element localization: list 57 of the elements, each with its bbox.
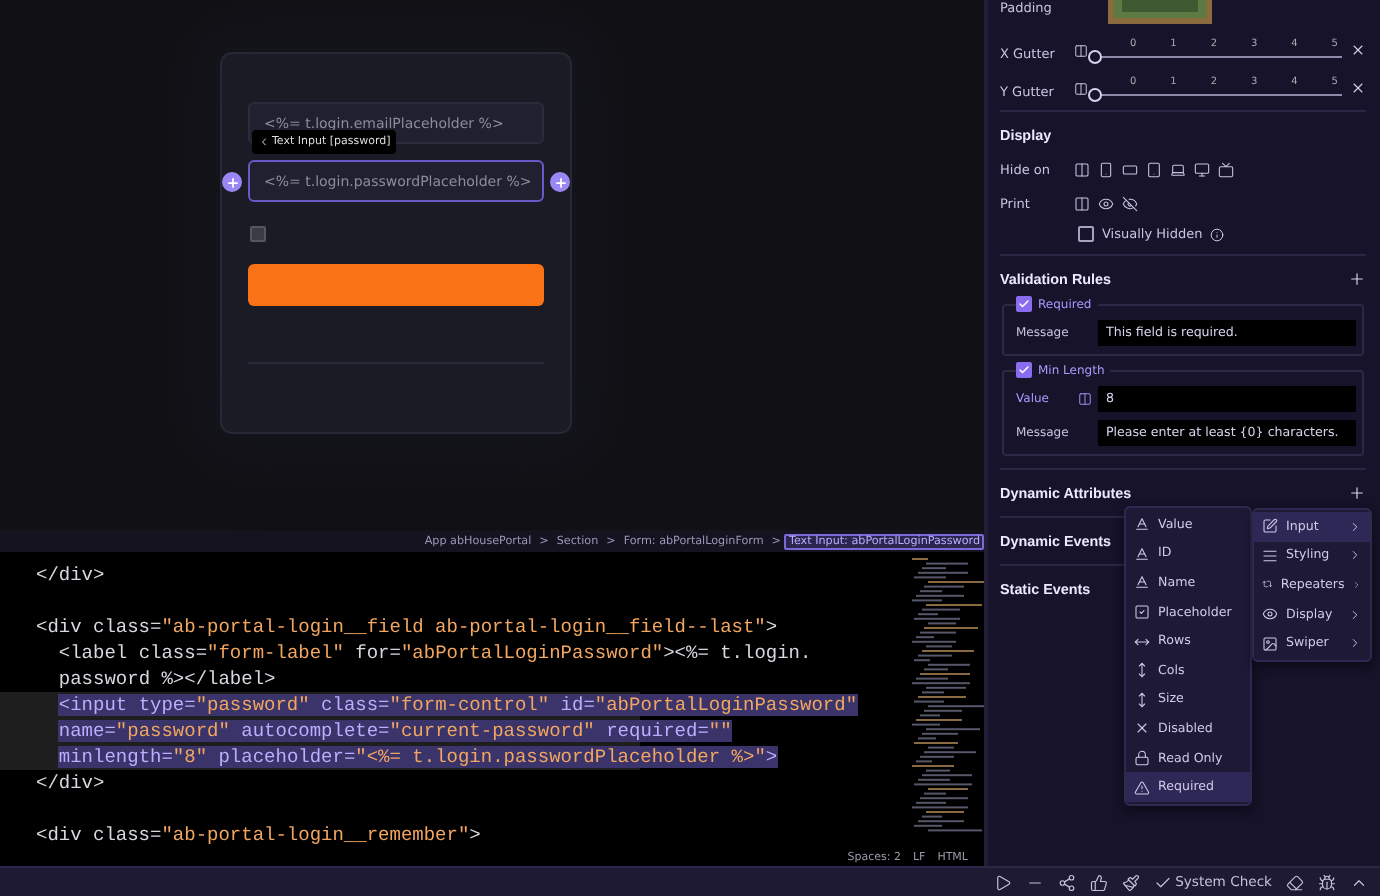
rule-checkbox[interactable]: [1016, 296, 1032, 312]
text-icon: [1134, 574, 1150, 591]
code-line: password %></label>: [58, 668, 276, 690]
bug-icon[interactable]: [1318, 873, 1336, 891]
add-icon[interactable]: [550, 172, 570, 192]
toggle-icon[interactable]: [1074, 195, 1090, 211]
chevron-left-icon[interactable]: [258, 136, 270, 148]
eye-icon[interactable]: [1098, 195, 1114, 211]
edit-icon: [1262, 518, 1278, 535]
phone-icon[interactable]: [1098, 161, 1114, 177]
add-icon[interactable]: [222, 172, 242, 192]
toggle-icon[interactable]: [1074, 161, 1090, 177]
text-icon: [1134, 545, 1150, 562]
toggle-icon[interactable]: [1074, 82, 1088, 96]
padding-box-drawing: [1105, 0, 1214, 24]
share-icon[interactable]: [1057, 873, 1076, 891]
toggle-icon[interactable]: [1074, 44, 1088, 58]
code-line: <div class="ab-portal-login__field ab-portal-login__field--last">: [36, 616, 778, 638]
brush-icon[interactable]: [1121, 873, 1140, 891]
vertical-arrows-icon: [1134, 691, 1150, 708]
image-icon: [1262, 635, 1278, 652]
remember-checkbox[interactable]: [250, 226, 266, 242]
vertical-arrows-icon: [1134, 662, 1150, 679]
code-line: <input type="password" class="form-control" id="abPortalLoginPassword": [58, 694, 858, 716]
lines-icon: [1262, 547, 1278, 564]
horizontal-arrows-icon: [1134, 633, 1150, 650]
code-line: <label class="form-label" for="abPortalLoginPassword"><%= t.login.: [58, 642, 812, 664]
landscape-phone-icon[interactable]: [1122, 161, 1138, 177]
code-line: </div>: [36, 772, 105, 794]
play-icon[interactable]: [993, 873, 1012, 891]
tablet-icon[interactable]: [1146, 161, 1162, 177]
code-line: name="password" autocomplete="current-password" required="": [58, 720, 732, 742]
rule-checkbox[interactable]: [1016, 362, 1032, 378]
monitor-icon[interactable]: [1194, 161, 1210, 177]
lock-icon: [1134, 750, 1150, 767]
checkbox-icon: [1134, 604, 1150, 621]
eye-off-icon[interactable]: [1122, 195, 1138, 211]
info-icon: [1210, 227, 1225, 241]
code-line: <div class="ab-portal-login__remember">: [36, 824, 481, 846]
slider-thumb[interactable]: [1088, 50, 1102, 64]
slider-thumb[interactable]: [1088, 88, 1102, 102]
code-line: </div>: [36, 564, 105, 586]
x-icon: [1134, 720, 1150, 737]
tv-icon[interactable]: [1218, 161, 1234, 177]
eye-icon: [1262, 606, 1278, 623]
visually-hidden-checkbox[interactable]: [1078, 226, 1094, 242]
check-icon: [1153, 873, 1172, 891]
close-icon[interactable]: [1350, 42, 1366, 58]
text-icon: [1134, 516, 1150, 533]
toggle-icon[interactable]: [1078, 392, 1092, 406]
code-line: minlength="8" placeholder="<%= t.login.passwordPlaceholder %>">: [58, 746, 778, 768]
close-icon[interactable]: [1350, 80, 1366, 96]
thumbs-up-icon[interactable]: [1089, 873, 1108, 891]
warning-icon: [1134, 779, 1150, 796]
laptop-icon[interactable]: [1170, 161, 1186, 177]
repeat-icon: [1262, 576, 1273, 593]
eraser-icon[interactable]: [1286, 873, 1304, 891]
